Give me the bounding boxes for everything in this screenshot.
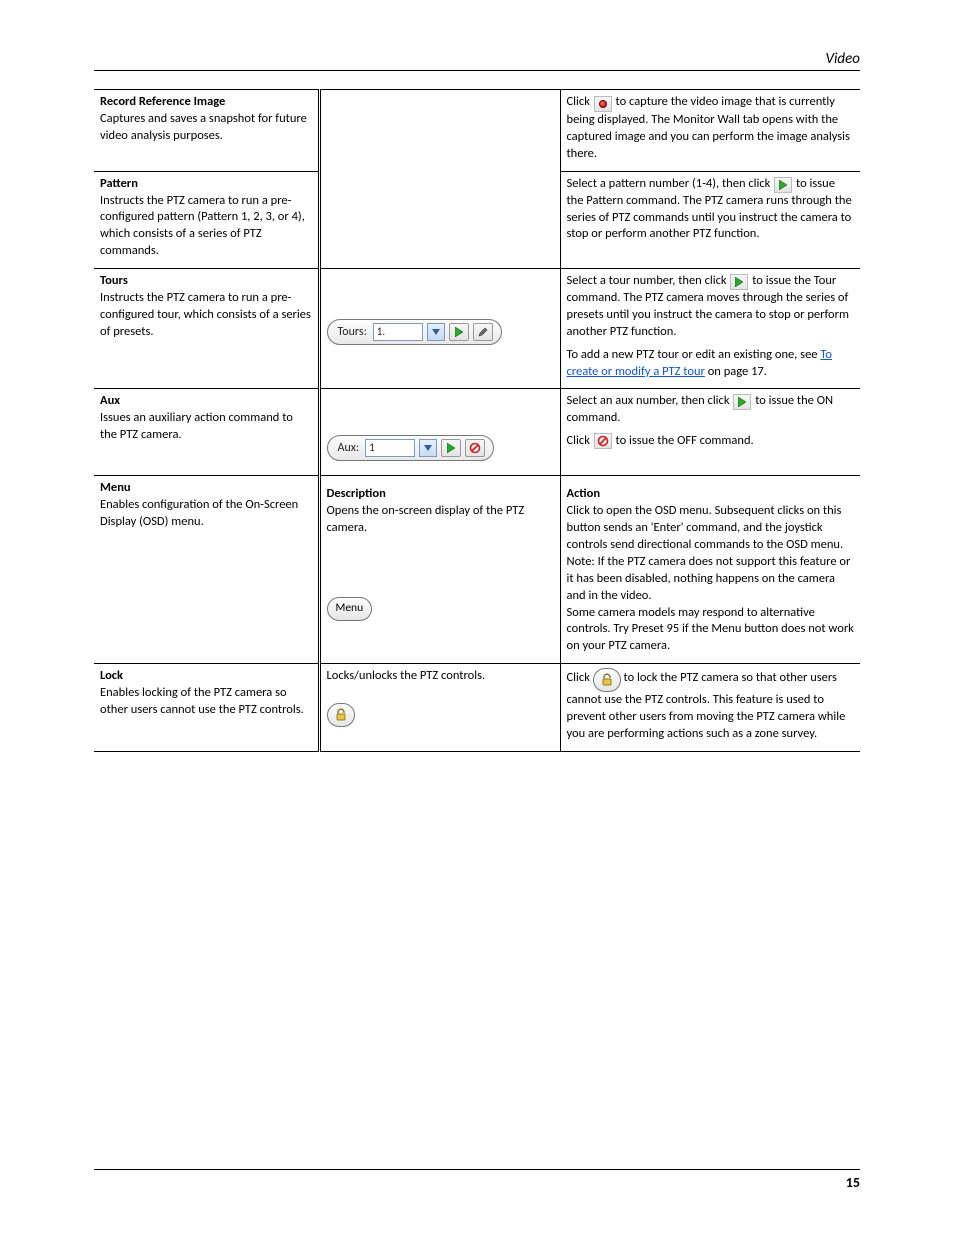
page-number: 15 (846, 1174, 860, 1191)
table-row: Record Reference Image Captures and save… (94, 90, 860, 172)
aux-number-input[interactable]: 1 (365, 439, 415, 457)
control-cell: Locks/unlocks the PTZ controls. (319, 664, 560, 752)
tours-play-button[interactable] (449, 323, 469, 341)
play-icon[interactable] (730, 274, 748, 290)
lock-icon (334, 708, 348, 722)
header-section-label: Video (825, 50, 860, 68)
feature-desc: Enables locking of the PTZ camera so oth… (100, 685, 312, 719)
aux-on-button[interactable] (441, 439, 461, 457)
menu-button-label: Menu (336, 601, 364, 617)
aux-dropdown-button[interactable] (419, 439, 437, 457)
action-text-pre: Select a pattern number (1-4), then clic… (567, 176, 774, 191)
page-header: Video (94, 50, 860, 71)
action-cell: Select a tour number, then click to issu… (560, 269, 860, 389)
action-text2-pre: To add a new PTZ tour or edit an existin… (567, 347, 821, 362)
action-cell: Select an aux number, then click to issu… (560, 389, 860, 476)
table-row: Menu Enables configuration of the On-Scr… (94, 476, 860, 664)
lock-control-desc: Locks/unlocks the PTZ controls. (327, 668, 554, 685)
control-cell: Aux: 1 (319, 389, 560, 476)
tours-control: Tours: 1. (327, 319, 502, 345)
tours-number-input[interactable]: 1. (373, 323, 423, 341)
feature-desc: Enables configuration of the On-Screen D… (100, 497, 312, 531)
aux-off-text-pre: Click (567, 433, 593, 448)
control-cell: Tours: 1. (319, 269, 560, 389)
lock-toggle[interactable] (327, 703, 355, 727)
menu-button[interactable]: Menu (327, 597, 373, 621)
lock-icon-inline[interactable] (593, 668, 621, 692)
aux-control: Aux: 1 (327, 435, 495, 461)
action-cell: Action Click to open the OSD menu. Subse… (560, 476, 860, 664)
action-cell: Select a pattern number (1-4), then clic… (560, 171, 860, 268)
control-cell: Description Opens the on-screen display … (319, 476, 560, 664)
aux-on-text-pre: Select an aux number, then click (567, 393, 733, 408)
ptz-reference-table: Record Reference Image Captures and save… (94, 89, 860, 752)
action-text-pre: Click (567, 94, 593, 109)
control-cell (319, 90, 560, 269)
action-text-pre: Select a tour number, then click (567, 273, 730, 288)
control-desc: Opens the on-screen display of the PTZ c… (327, 503, 554, 537)
play-icon[interactable] (733, 394, 751, 410)
aux-off-button[interactable] (465, 439, 485, 457)
feature-desc: Instructs the PTZ camera to run a pre-co… (100, 290, 312, 341)
feature-title: Tours (100, 273, 312, 290)
table-row: Lock Enables locking of the PTZ camera s… (94, 664, 860, 752)
feature-title: Lock (100, 668, 312, 685)
action-cell: Click Click to capture the video image t… (560, 90, 860, 172)
lock-icon (600, 673, 614, 687)
aux-off-text-post: to issue the OFF command. (616, 433, 754, 448)
feature-title: Record Reference Image (100, 94, 312, 111)
play-icon[interactable] (774, 177, 792, 193)
lock-action-pre: Click (567, 670, 593, 685)
feature-desc: Instructs the PTZ camera to run a pre-co… (100, 193, 312, 261)
table-row: Aux Issues an auxiliary action command t… (94, 389, 860, 476)
feature-title: Aux (100, 393, 312, 410)
feature-title: Pattern (100, 176, 312, 193)
feature-desc: Issues an auxiliary action command to th… (100, 410, 312, 444)
feature-title: Menu (100, 480, 312, 497)
action-text2-post: on page 17. (708, 364, 767, 379)
tours-dropdown-button[interactable] (427, 323, 445, 341)
action-cell: Click to lock the PTZ camera so that oth… (560, 664, 860, 752)
tours-edit-button[interactable] (473, 323, 493, 341)
tours-label: Tours: (338, 324, 367, 340)
table-row: Tours Instructs the PTZ camera to run a … (94, 269, 860, 389)
feature-desc: Captures and saves a snapshot for future… (100, 111, 312, 145)
page-footer: 15 (94, 1169, 860, 1191)
stop-icon[interactable] (594, 433, 612, 449)
record-icon[interactable] (594, 96, 612, 112)
menu-action-text: Click to open the OSD menu. Subsequent c… (567, 503, 855, 655)
action-subhead: Action (567, 486, 855, 503)
aux-label: Aux: (338, 440, 360, 456)
description-subhead: Description (327, 486, 554, 503)
